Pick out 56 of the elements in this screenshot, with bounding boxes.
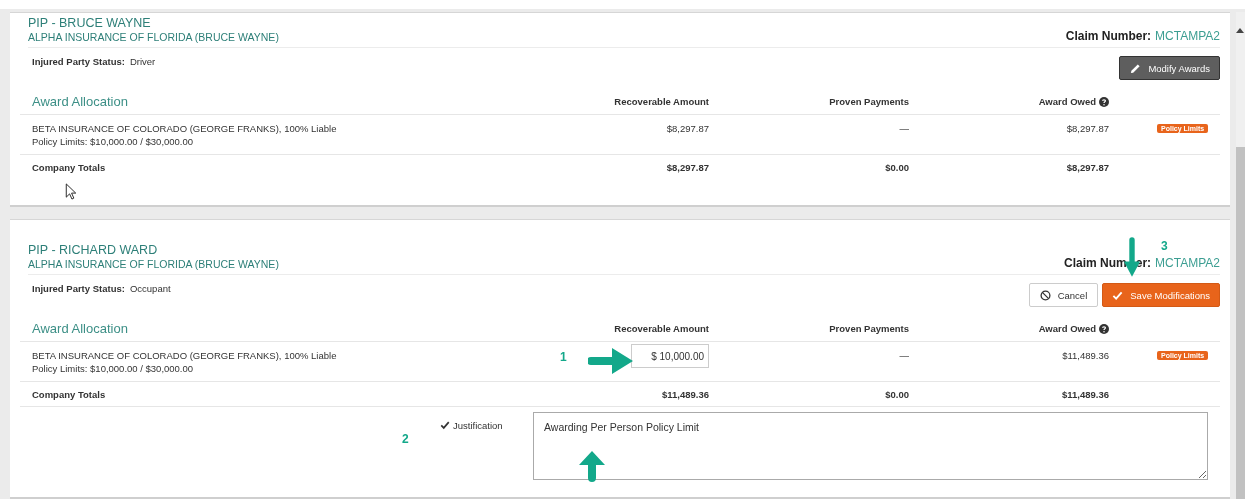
table-cell: $8,297.87 xyxy=(666,161,709,173)
table-cell: $8,297.87 xyxy=(1066,123,1109,134)
card-title: PIP - RICHARD WARD xyxy=(28,243,159,258)
company-name: BETA INSURANCE OF COLORADO (GEORGE FRANKS), 100% Liable xyxy=(32,349,338,362)
modify-awards-button[interactable]: Modify Awards xyxy=(1119,56,1220,80)
ban-icon xyxy=(1039,289,1051,301)
column-header: Recoverable Amount xyxy=(613,323,709,334)
table-cell: $0.00 xyxy=(885,388,909,400)
status-value: Driver xyxy=(129,56,156,67)
pencil-icon xyxy=(1130,62,1142,74)
table-cell: — xyxy=(899,350,909,361)
table-cell: $11,489.36 xyxy=(1061,388,1109,400)
policy-limits: Policy Limits: $10,000.00 / $30,000.00 xyxy=(32,362,195,375)
table-cell: $0.00 xyxy=(885,161,909,173)
totals-label: Company Totals xyxy=(32,388,106,400)
table-cell: $11,489.36 xyxy=(661,388,709,400)
column-header: Award Owed xyxy=(1038,96,1096,107)
column-header: Award Owed xyxy=(1038,323,1096,334)
help-icon xyxy=(1099,323,1109,334)
status-value: Occupant xyxy=(129,283,171,294)
amount-field[interactable]: $ 10,000.00 xyxy=(631,344,709,368)
policy-limits: Policy Limits: $10,000.00 / $30,000.00 xyxy=(32,135,195,148)
field-label: Justification xyxy=(453,420,503,431)
check-icon xyxy=(1112,289,1124,301)
claim-number: MCTAMPA2 xyxy=(1155,256,1220,270)
claim-number: MCTAMPA2 xyxy=(1155,29,1220,43)
column-header: Proven Payments xyxy=(828,323,909,334)
status-label: Injured Party Status: xyxy=(32,283,125,294)
table-cell: $11,489.36 xyxy=(1062,350,1109,361)
claim-label: Claim Num xyxy=(1064,256,1127,270)
column-header: Recoverable Amount xyxy=(613,96,709,107)
insurer-name: ALPHA INSURANCE OF FLORIDA (BRUCE WAYNE) xyxy=(28,258,279,271)
mouse-pointer-icon xyxy=(65,183,77,200)
scroll-up-icon[interactable] xyxy=(1236,28,1244,33)
section-title: Award Allocation xyxy=(31,321,129,336)
scrollbar[interactable] xyxy=(1236,12,1245,499)
insurer-name: ALPHA INSURANCE OF FLORIDA (BRUCE WAYNE) xyxy=(28,31,279,44)
justification-field[interactable]: Awarding Per Person Policy Limit xyxy=(533,412,1208,480)
table-cell: — xyxy=(899,123,909,134)
section-title: Award Allocation xyxy=(31,94,129,109)
step-number: 2 xyxy=(402,432,409,446)
help-icon xyxy=(1099,96,1109,107)
step-number: 1 xyxy=(560,350,567,364)
scrollbar-thumb[interactable] xyxy=(1236,147,1245,499)
totals-label: Company Totals xyxy=(32,161,106,173)
step-number: 3 xyxy=(1161,239,1168,253)
table-cell: $8,297.87 xyxy=(666,123,709,134)
status-label: Injured Party Status: xyxy=(32,56,125,67)
card-title: PIP - BRUCE WAYNE xyxy=(28,16,152,31)
company-name: BETA INSURANCE OF COLORADO (GEORGE FRANKS), 100% Liable xyxy=(32,122,338,135)
claim-label: Claim Number: xyxy=(1065,29,1152,43)
arrow-right-icon xyxy=(588,347,634,375)
table-cell: $8,297.87 xyxy=(1066,161,1109,173)
arrow-up-icon xyxy=(578,450,606,482)
column-header: Proven Payments xyxy=(828,96,909,107)
cancel-button[interactable]: Cancel xyxy=(1028,283,1099,307)
